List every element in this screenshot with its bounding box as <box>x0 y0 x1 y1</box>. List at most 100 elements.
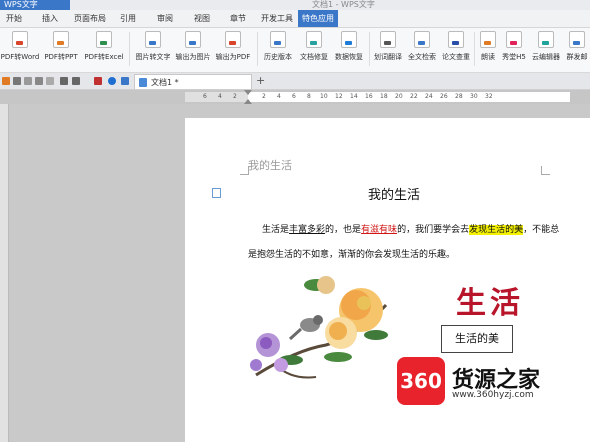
menu-special-apps[interactable]: 特色应用 <box>298 10 338 27</box>
ruler-number: 18 <box>380 93 388 100</box>
title-bar: WPS文字 文档1 - WPS文字 <box>0 0 590 10</box>
cloud-editor-icon <box>538 31 554 48</box>
print-icon[interactable] <box>35 77 43 85</box>
translate-icon <box>380 31 396 48</box>
ribbon: PDF转Word PDF转PPT PDF转Excel 图片转文字 输出为图片 输… <box>0 28 590 73</box>
ruler-number: 22 <box>410 93 418 100</box>
menu-bar: 开始 插入 页面布局 引用 审阅 视图 章节 开发工具 特色应用 <box>0 10 590 28</box>
pdf-word-icon <box>12 31 28 48</box>
ruler-number: 10 <box>320 93 328 100</box>
menu-insert[interactable]: 插入 <box>42 10 58 27</box>
menu-page-layout[interactable]: 页面布局 <box>74 10 106 27</box>
paragraph-line-1[interactable]: 生活是丰富多彩的，也是有滋有味的，我们要学会去发现生活的美，不能总 <box>262 222 559 235</box>
ribbon-separator <box>129 32 130 66</box>
pdf-to-word-button[interactable]: PDF转Word <box>0 31 40 62</box>
text-run: 的，我们要学会去 <box>397 225 470 235</box>
margin-mark <box>541 166 550 175</box>
horizontal-ruler[interactable]: 6 4 2 2 4 6 8 10 12 14 16 18 20 22 24 26… <box>0 90 590 104</box>
ruler-number: 26 <box>440 93 448 100</box>
paragraph-line-2[interactable]: 是抱怨生活的不如意，渐渐的你会发现生活的乐趣。 <box>248 247 455 260</box>
ruler-number: 30 <box>470 93 478 100</box>
ribbon-separator <box>474 32 475 66</box>
quick-access-and-tabs: 文档1 * + <box>0 73 590 90</box>
mass-mail-button[interactable]: 群发邮 <box>564 31 590 62</box>
menu-home[interactable]: 开始 <box>6 10 22 27</box>
pdf-to-excel-button[interactable]: PDF转Excel <box>84 31 124 62</box>
format-icon[interactable] <box>46 77 54 85</box>
xiutang-icon <box>506 31 522 48</box>
menu-developer[interactable]: 开发工具 <box>261 10 293 27</box>
pdf-excel-icon <box>96 31 112 48</box>
doc-list-icon[interactable] <box>121 77 129 85</box>
peony-bird-image[interactable] <box>246 265 396 395</box>
ruler-number: 28 <box>455 93 463 100</box>
page-header[interactable]: 我的生活 <box>248 157 292 173</box>
save-icon[interactable] <box>13 77 21 85</box>
image-to-text-icon <box>145 31 161 48</box>
redo-icon[interactable] <box>72 77 80 85</box>
search-icon <box>414 31 430 48</box>
ribbon-separator <box>369 32 370 66</box>
export-image-icon <box>185 31 201 48</box>
paper-check-button[interactable]: 论文查重 <box>439 31 473 62</box>
ruler-number: 8 <box>307 93 311 100</box>
ruler-number: 20 <box>395 93 403 100</box>
menu-view[interactable]: 视图 <box>194 10 210 27</box>
fulltext-search-button[interactable]: 全文检索 <box>405 31 439 62</box>
text-box[interactable]: 生活的美 <box>441 325 513 353</box>
ruler-number: 2 <box>233 93 237 100</box>
history-icon <box>270 31 286 48</box>
export-pdf-icon <box>225 31 241 48</box>
translate-button[interactable]: 划词翻译 <box>371 31 405 62</box>
vertical-ruler[interactable] <box>0 104 9 442</box>
ruler-number: 32 <box>485 93 493 100</box>
ruler-number: 2 <box>262 93 266 100</box>
ribbon-separator <box>257 32 258 66</box>
print-preview-icon[interactable] <box>24 77 32 85</box>
history-version-button[interactable]: 历史版本 <box>261 31 295 62</box>
pdf-ppt-icon <box>53 31 69 48</box>
data-recovery-button[interactable]: 数据恢复 <box>332 31 366 62</box>
ruler-number: 4 <box>218 93 222 100</box>
repair-icon <box>306 31 322 48</box>
data-recovery-icon <box>341 31 357 48</box>
export-image-button[interactable]: 输出为图片 <box>174 31 212 62</box>
cloud-editor-button[interactable]: 云编辑器 <box>530 31 562 62</box>
wps-cloud-icon[interactable] <box>108 77 116 85</box>
chevron-down-icon[interactable] <box>94 77 102 85</box>
ruler-number: 4 <box>277 93 281 100</box>
ruler-text-area <box>248 92 570 102</box>
microphone-icon <box>480 31 496 48</box>
undo-icon[interactable] <box>60 77 68 85</box>
read-aloud-button[interactable]: 朗读 <box>476 31 500 62</box>
image-to-text-button[interactable]: 图片转文字 <box>134 31 172 62</box>
watermark-url: www.360hyzj.com <box>452 390 534 400</box>
menu-references[interactable]: 引用 <box>120 10 136 27</box>
watermark-logo: 360 <box>397 357 445 405</box>
export-pdf-button[interactable]: 输出为PDF <box>214 31 252 62</box>
indent-marker-icon[interactable] <box>244 90 252 104</box>
new-tab-button[interactable]: + <box>256 74 265 87</box>
ruler-number: 14 <box>350 93 358 100</box>
paper-check-icon <box>448 31 464 48</box>
tab-document-label: 文档1 * <box>151 78 179 87</box>
underlined-text: 丰富多彩 <box>289 225 326 235</box>
pdf-to-ppt-button[interactable]: PDF转PPT <box>42 31 80 62</box>
tab-document[interactable]: 文档1 * <box>134 74 252 89</box>
ruler-number: 12 <box>335 93 343 100</box>
paragraph-marker-icon[interactable] <box>212 188 221 198</box>
menu-chapter[interactable]: 章节 <box>230 10 246 27</box>
doc-repair-button[interactable]: 文档修复 <box>297 31 331 62</box>
ruler-margin <box>185 92 248 102</box>
xiutang-h5-button[interactable]: 秀堂H5 <box>500 31 528 62</box>
document-icon <box>139 78 147 87</box>
document-title[interactable]: 我的生活 <box>368 184 420 203</box>
ruler-number: 6 <box>292 93 296 100</box>
ruler-number: 16 <box>365 93 373 100</box>
app-menu-icon[interactable] <box>2 77 10 85</box>
ruler-number: 24 <box>425 93 433 100</box>
menu-review[interactable]: 审阅 <box>157 10 173 27</box>
wordart-title[interactable]: 生活 <box>456 278 524 322</box>
window-title: 文档1 - WPS文字 <box>312 0 375 9</box>
app-logo[interactable]: WPS文字 <box>0 0 70 10</box>
